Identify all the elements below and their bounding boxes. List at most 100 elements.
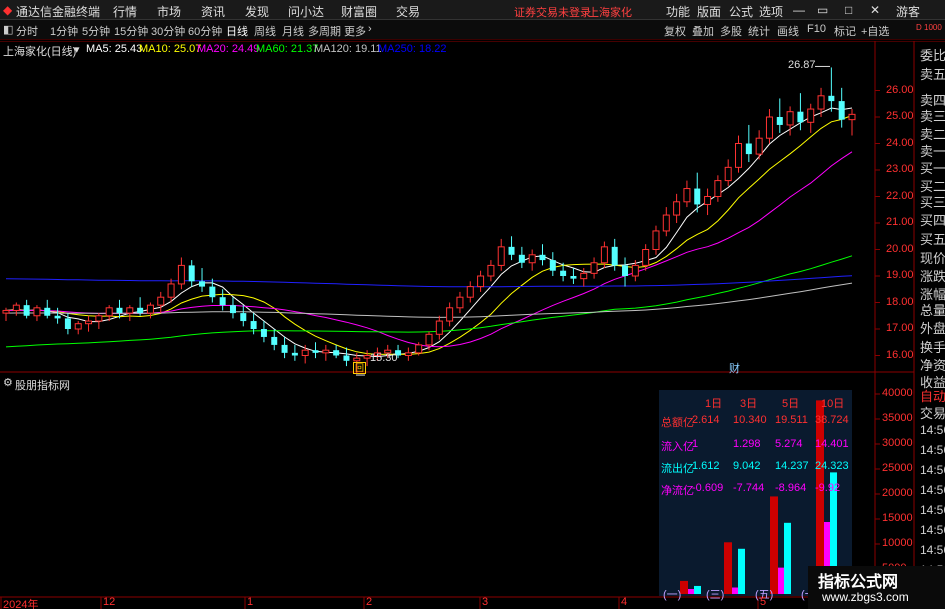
multi-stock-button[interactable]: 多股 <box>720 23 742 39</box>
candle-body <box>518 254 525 263</box>
time-tick-label: 2 <box>366 596 373 608</box>
cell: 9.042 <box>733 460 761 472</box>
candle-body <box>694 188 701 205</box>
watermark-url: www.zbgs3.com <box>822 590 909 604</box>
menu-item-ask[interactable]: 问小达 <box>288 3 324 20</box>
candle-body <box>673 201 681 216</box>
f10-button[interactable]: F10 <box>807 23 826 35</box>
side-panel-item: 卖三 <box>920 109 945 124</box>
candle-body <box>404 352 412 357</box>
indicator-settings-icon[interactable]: ⚙ <box>3 376 13 389</box>
candle-body <box>580 272 588 280</box>
more-chevron-icon[interactable]: › <box>368 23 372 35</box>
candle-body <box>745 143 752 155</box>
volume-tick-label: 10000 <box>882 537 913 549</box>
candle-body <box>549 260 556 271</box>
add-watchlist-button[interactable]: +自选 <box>861 23 889 39</box>
candle-body <box>146 304 154 314</box>
mark-button[interactable]: 标记 <box>834 23 856 39</box>
adjust-button[interactable]: 复权 <box>664 23 686 39</box>
period-tab-weekly[interactable]: 周线 <box>254 23 276 39</box>
period-tab-1min[interactable]: 1分钟 <box>50 23 78 39</box>
candle-body <box>291 352 298 356</box>
menu-item-layout[interactable]: 版面 <box>697 3 721 20</box>
menu-item-discover[interactable]: 发现 <box>245 3 269 20</box>
side-panel-item: 卖五 <box>920 67 945 82</box>
candle-body <box>343 355 350 361</box>
tick-time: 14:56 <box>920 483 945 497</box>
time-tick-label: 5 <box>760 596 767 608</box>
period-tab-15min[interactable]: 15分钟 <box>114 23 148 39</box>
period-tab-30min[interactable]: 30分钟 <box>151 23 185 39</box>
cell: -7.744 <box>733 482 765 494</box>
volume-tick-label: 30000 <box>882 437 913 449</box>
cell: 1.298 <box>733 438 761 450</box>
candle-body <box>487 264 495 277</box>
kline-chart[interactable] <box>0 41 945 609</box>
candle-body <box>271 336 278 345</box>
guest-label[interactable]: 游客 <box>896 3 920 20</box>
candle-body <box>765 116 773 139</box>
menu-item-formula[interactable]: 公式 <box>729 3 753 20</box>
minimize-icon[interactable]: — <box>793 3 805 17</box>
bar-total <box>816 400 824 594</box>
candle-body <box>260 329 267 337</box>
menu-item-trade[interactable]: 交易 <box>396 3 420 20</box>
financial-marker[interactable]: 财 <box>729 360 740 376</box>
candle-body <box>322 349 330 354</box>
menu-item-news[interactable]: 资讯 <box>201 3 225 20</box>
side-panel-toggle[interactable]: 交易 <box>920 403 945 422</box>
volume-tick-label: 40000 <box>882 387 913 399</box>
price-tick-label: 20.00 <box>886 242 914 255</box>
period-tab-timeshare[interactable]: 分时 <box>16 23 38 39</box>
draw-line-button[interactable]: 画线 <box>777 23 799 39</box>
menu-item-options[interactable]: 选项 <box>759 3 783 20</box>
candle-body <box>23 305 30 316</box>
price-tick-label: 21.00 <box>886 216 914 228</box>
bar-inflow <box>778 567 784 594</box>
menu-item-function[interactable]: 功能 <box>666 3 690 20</box>
event-marker-icon[interactable]: 回 <box>353 362 367 374</box>
maximize-icon[interactable]: □ <box>845 3 852 17</box>
period-tab-multi[interactable]: 多周期 <box>308 23 341 39</box>
side-panel-item: 总量 <box>920 303 945 318</box>
menu-item-market[interactable]: 市场 <box>157 3 181 20</box>
row-label-inflow: 流入亿 <box>661 441 694 453</box>
time-tick-label: 4 <box>621 596 628 608</box>
bar-outflow <box>738 548 745 594</box>
candle-body <box>755 137 763 155</box>
cell: 14.237 <box>775 460 809 472</box>
volume-tick-label: 25000 <box>882 462 913 474</box>
candle-body <box>817 95 825 110</box>
cell: -0.609 <box>692 482 724 494</box>
price-tick-label: 16.00 <box>886 348 914 361</box>
period-toolbar: ◧ 分时 1分钟 5分钟 15分钟 30分钟 60分钟 日线 周线 月线 多周期… <box>0 20 945 40</box>
restore-icon[interactable]: ▭ <box>817 3 828 17</box>
menu-item-quotes[interactable]: 行情 <box>113 3 137 20</box>
overlay-button[interactable]: 叠加 <box>692 23 714 39</box>
candle-body <box>137 307 144 314</box>
col-header-10d: 10日 <box>821 398 845 410</box>
ma-line <box>5 114 853 355</box>
candle-body <box>177 264 185 285</box>
candle-body <box>33 307 41 317</box>
period-tab-daily[interactable]: 日线 <box>226 23 248 39</box>
toggle-icon[interactable]: ◧ <box>3 23 13 36</box>
period-tab-60min[interactable]: 60分钟 <box>188 23 222 39</box>
time-tick-label: 12 <box>103 596 116 608</box>
stats-button[interactable]: 统计 <box>748 23 770 39</box>
login-status[interactable]: 证券交易未登录 <box>514 4 591 20</box>
candle-body <box>683 188 691 203</box>
close-icon[interactable]: ✕ <box>870 3 880 17</box>
period-tab-5min[interactable]: 5分钟 <box>82 23 110 39</box>
side-panel-item: 涨跌 <box>920 269 945 284</box>
candle-body <box>776 117 783 125</box>
price-tick-label: 18.00 <box>886 295 914 308</box>
period-tab-monthly[interactable]: 月线 <box>282 23 304 39</box>
indicator-title: 股朋指标网 <box>15 380 70 392</box>
time-tick-label: 3 <box>482 596 489 608</box>
candle-body <box>250 321 257 329</box>
period-tab-more[interactable]: 更多 <box>344 23 366 39</box>
menu-item-wealth[interactable]: 财富圈 <box>341 3 377 20</box>
candle-body <box>600 246 608 264</box>
